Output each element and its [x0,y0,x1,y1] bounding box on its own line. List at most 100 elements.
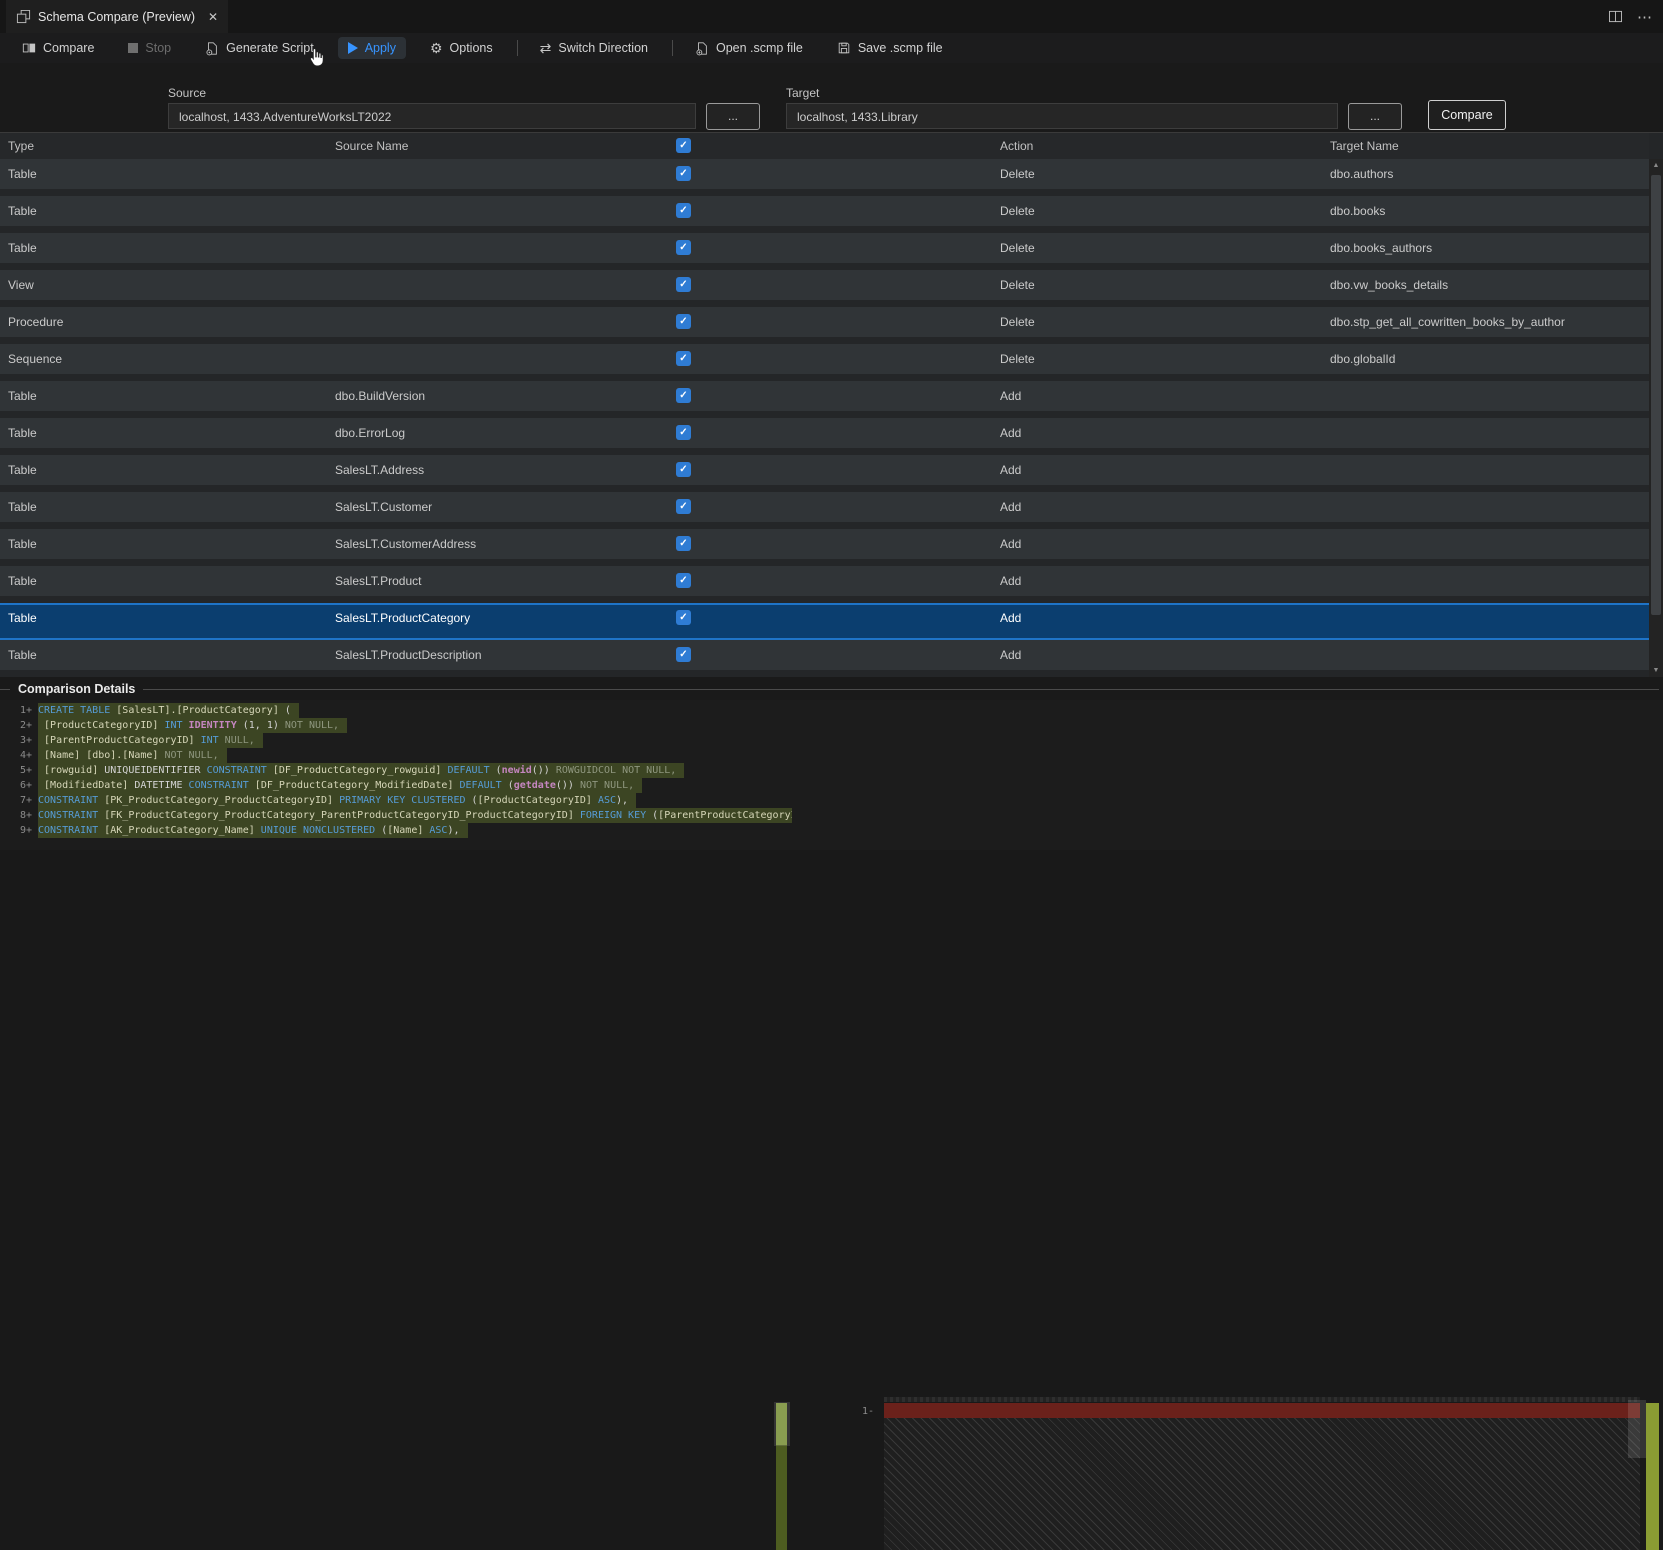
include-checkbox[interactable]: ✓ [676,277,691,292]
include-checkbox[interactable]: ✓ [676,425,691,440]
table-row[interactable]: Table dbo.BuildVersion ✓ Add [0,381,1649,418]
editor-actions: ⋯ [1608,0,1653,33]
include-checkbox[interactable]: ✓ [676,573,691,588]
stop-button[interactable]: Stop [118,37,181,59]
table-row[interactable]: Table SalesLT.CustomerAddress ✓ Add [0,529,1649,566]
scroll-up-icon[interactable]: ▲ [1649,162,1663,169]
split-editor-icon[interactable] [1608,10,1623,23]
tab-schema-compare[interactable]: Schema Compare (Preview) ✕ [6,0,229,33]
cell-source-name: SalesLT.ProductDescription [335,648,482,662]
code-line: 9+ CONSTRAINT [AK_ProductCategory_Name] U… [0,823,792,838]
table-row[interactable]: View ✓ Delete dbo.vw_books_details [0,270,1649,307]
cell-action: Add [1000,574,1022,588]
sql-line-text: [rowguid] UNIQUEIDENTIFIER CONSTRAINT [D… [38,763,685,778]
line-number: 9+ [19,825,32,836]
table-row[interactable]: Sequence ✓ Delete dbo.globalId [0,344,1649,381]
grid-header: Type Source Name ✓ Action Target Name [0,133,1649,159]
include-checkbox[interactable]: ✓ [676,610,691,625]
table-row[interactable]: Table ✓ Delete dbo.books_authors [0,233,1649,270]
cell-action: Delete [1000,278,1035,292]
left-diff-scrollbar[interactable] [774,1400,790,1550]
code-line: 6+ [ModifiedDate] DATETIME CONSTRAINT [D… [0,778,792,793]
source-input[interactable]: localhost, 1433.AdventureWorksLT2022 [168,103,696,129]
scroll-down-icon[interactable]: ▼ [1649,667,1663,674]
line-number: 3+ [19,735,32,746]
scrollbar-thumb[interactable] [1651,175,1661,615]
source-label: Source [168,86,207,100]
cell-target-name: dbo.globalId [1330,352,1396,366]
include-checkbox[interactable]: ✓ [676,536,691,551]
sql-line-text: CONSTRAINT [PK_ProductCategory_ProductCa… [38,793,637,808]
include-checkbox[interactable]: ✓ [676,351,691,366]
more-actions-icon[interactable]: ⋯ [1637,8,1653,26]
cell-type: Table [8,500,37,514]
cell-type: Table [8,389,37,403]
column-target-name[interactable]: Target Name [1330,133,1399,159]
apply-button[interactable]: Apply [337,37,406,59]
diff-right-collapsed-strip [884,1397,1640,1402]
code-line: 5+ [rowguid] UNIQUEIDENTIFIER CONSTRAINT… [0,763,792,778]
options-button[interactable]: ⚙ Options [420,37,503,59]
target-input[interactable]: localhost, 1433.Library [786,103,1338,129]
cell-action: Add [1000,537,1022,551]
editor-tab-bar: Schema Compare (Preview) ✕ ⋯ [0,0,1663,33]
include-checkbox[interactable]: ✓ [676,647,691,662]
column-source-name[interactable]: Source Name [335,133,408,159]
table-row[interactable]: Table ✓ Delete dbo.authors [0,159,1649,196]
cell-target-name: dbo.vw_books_details [1330,278,1449,292]
line-number: 1+ [19,705,32,716]
save-icon [837,41,851,55]
table-row[interactable]: Procedure ✓ Delete dbo.stp_get_all_cowri… [0,307,1649,344]
sql-line-text: [ParentProductCategoryID] INT NULL, [38,733,263,748]
target-browse-button[interactable]: ... [1348,103,1402,130]
close-icon[interactable]: ✕ [208,10,218,24]
comparison-details-diff: 1+ CREATE TABLE [SalesLT].[ProductCategor… [0,700,1663,1550]
select-all-checkbox[interactable]: ✓ [676,138,691,153]
target-label: Target [786,86,820,100]
table-row[interactable]: Table SalesLT.Customer ✓ Add [0,492,1649,529]
save-scmp-button[interactable]: Save .scmp file [827,37,953,59]
cell-action: Add [1000,500,1022,514]
diff-right-line-number: 1- [861,1406,874,1417]
cell-target-name: dbo.stp_get_all_cowritten_books_by_autho… [1330,315,1565,329]
diff-left-code[interactable]: 1+ CREATE TABLE [SalesLT].[ProductCategor… [0,703,792,850]
cell-type: Table [8,204,37,218]
include-checkbox[interactable]: ✓ [676,240,691,255]
open-file-icon [695,41,709,56]
column-action[interactable]: Action [1000,133,1033,159]
cell-type: Table [8,574,37,588]
include-checkbox[interactable]: ✓ [676,499,691,514]
table-row[interactable]: Table SalesLT.ProductDescription ✓ Add [0,640,1649,677]
source-browse-button[interactable]: ... [706,103,760,130]
table-row[interactable]: Table dbo.ErrorLog ✓ Add [0,418,1649,455]
code-line: 2+ [ProductCategoryID] INT IDENTITY (1, … [0,718,792,733]
toolbar-separator [516,40,518,56]
grid-scrollbar[interactable]: ▲ ▼ [1649,159,1663,677]
cell-type: Procedure [8,315,64,329]
comparison-details-title: Comparison Details [18,682,136,696]
generate-script-button[interactable]: Generate Script [195,37,324,60]
open-scmp-button[interactable]: Open .scmp file [685,37,813,60]
include-checkbox[interactable]: ✓ [676,388,691,403]
switch-direction-button[interactable]: ⇄ Switch Direction [530,37,658,59]
right-scrollbar-thumb[interactable] [1628,1400,1646,1458]
cell-type: Sequence [8,352,63,366]
table-row[interactable]: Table ✓ Delete dbo.books [0,196,1649,233]
compare-run-button[interactable]: Compare [1428,100,1506,130]
cell-type: Table [8,648,37,662]
include-checkbox[interactable]: ✓ [676,314,691,329]
comparison-details-header: Comparison Details [0,680,1663,698]
table-row[interactable]: Table SalesLT.Address ✓ Add [0,455,1649,492]
include-checkbox[interactable]: ✓ [676,462,691,477]
column-type[interactable]: Type [8,133,34,159]
compare-button[interactable]: Compare [12,37,104,59]
table-row[interactable]: Table SalesLT.ProductCategory ✓ Add [0,603,1649,640]
left-scrollbar-thumb[interactable] [774,1402,790,1446]
stop-icon [128,43,139,53]
cell-source-name: SalesLT.ProductCategory [335,611,471,625]
table-row[interactable]: Table SalesLT.Product ✓ Add [0,566,1649,603]
include-checkbox[interactable]: ✓ [676,166,691,181]
code-line: 3+ [ParentProductCategoryID] INT NULL, [0,733,792,748]
cell-action: Add [1000,611,1022,625]
include-checkbox[interactable]: ✓ [676,203,691,218]
